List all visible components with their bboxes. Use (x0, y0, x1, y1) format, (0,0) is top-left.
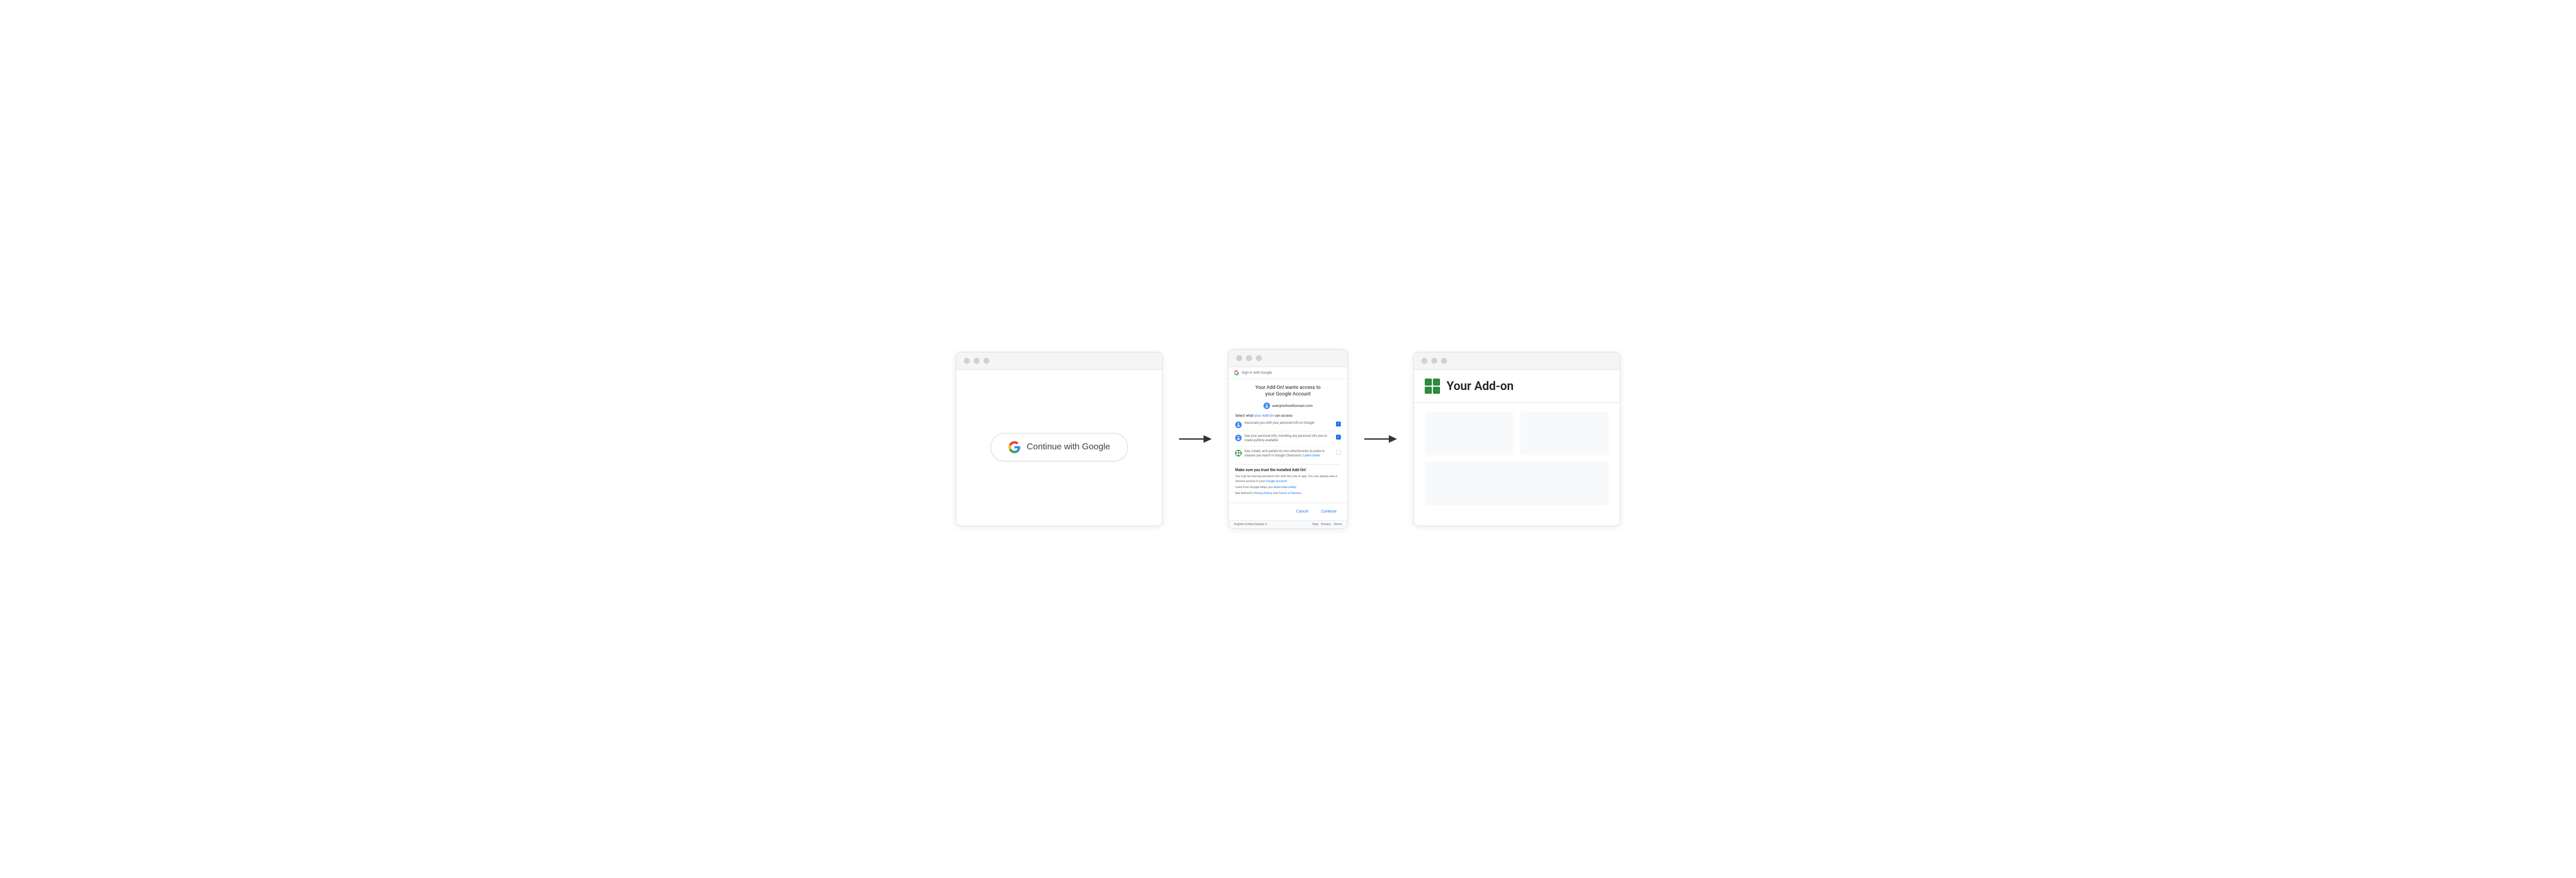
trust-text-3: See Kahoot!'s Privacy Policy and Terms o… (1235, 491, 1341, 496)
permission-checkbox-3[interactable] (1336, 450, 1341, 455)
arrow-1-icon (1179, 431, 1212, 447)
footer-links: Help Privacy Terms (1312, 523, 1342, 526)
browser-dot-red-2 (1236, 355, 1242, 361)
addon-logo-cell-1 (1425, 379, 1432, 386)
addon-card-1 (1425, 412, 1514, 455)
browser-dot-yellow (974, 358, 980, 364)
permission-item-2: See your personal info, including any pe… (1235, 434, 1341, 447)
browser-dot-red (964, 358, 970, 364)
footer-privacy-link[interactable]: Privacy (1321, 523, 1331, 526)
browser-dot-green-2 (1256, 355, 1262, 361)
dialog-footer: English (United States) ▾ Help Privacy T… (1229, 520, 1347, 528)
browser-window-3: Your Add-on (1413, 352, 1620, 526)
addon-card-wide (1425, 462, 1609, 505)
addon-card-2 (1520, 412, 1609, 455)
permission-item-1: Associate you with your personal info on… (1235, 421, 1341, 431)
permission-icon-1 (1235, 422, 1242, 428)
window-1-content: Continue with Google (956, 370, 1162, 525)
browser-toolbar-2 (1229, 350, 1347, 367)
privacy-policy-link[interactable]: Privacy Policy (1254, 492, 1272, 495)
addon-logo-cell-4 (1433, 387, 1440, 394)
dialog-title: Your Add-On! wants access to your Google… (1235, 385, 1341, 398)
google-logo-icon (1008, 441, 1020, 453)
google-account-link[interactable]: Google Account. (1266, 480, 1288, 483)
arrow-1 (1179, 431, 1212, 447)
browser-dot-red-3 (1421, 358, 1427, 364)
dropdown-chevron-icon: ▾ (1266, 523, 1267, 526)
addon-body (1414, 403, 1620, 514)
dialog-actions: Cancel Continue (1229, 503, 1347, 520)
addon-page-title: Your Add-on (1447, 380, 1514, 393)
permission-icon-3 (1235, 450, 1242, 456)
footer-help-link[interactable]: Help (1312, 523, 1318, 526)
footer-terms-link[interactable]: Terms (1334, 523, 1342, 526)
permission-text-1: Associate you with your personal info on… (1244, 421, 1333, 425)
signin-button-label: Continue with Google (1027, 442, 1110, 452)
browser-dot-yellow-3 (1431, 358, 1437, 364)
learn-more-link[interactable]: Learn more (1303, 454, 1320, 458)
cancel-button[interactable]: Cancel (1292, 508, 1313, 516)
arrow-2-icon (1364, 431, 1397, 447)
addon-logo-cell-3 (1425, 387, 1432, 394)
terms-of-service-link[interactable]: Terms of Service. (1279, 492, 1302, 495)
browser-toolbar-3 (1414, 352, 1620, 370)
trust-title: Make sure you trust the installed Add-On… (1235, 468, 1341, 472)
browser-dot-green-3 (1441, 358, 1447, 364)
permission-checkbox-1[interactable] (1336, 422, 1341, 426)
addon-link[interactable]: your Add-On (1254, 413, 1274, 418)
addon-header: Your Add-on (1414, 370, 1620, 403)
permission-icon-2 (1235, 435, 1242, 441)
continue-button[interactable]: Continue (1317, 508, 1341, 516)
footer-language-selector[interactable]: English (United States) ▾ (1234, 523, 1267, 526)
account-email: user@schoolDomain.com (1272, 404, 1313, 408)
account-display: user@schoolDomain.com (1235, 403, 1341, 409)
google-signin-dialog: Sign in with Google Your Add-On! wants a… (1229, 367, 1347, 529)
share-data-link[interactable]: share data safely. (1273, 486, 1297, 489)
account-avatar-icon (1263, 403, 1270, 409)
addon-logo-icon (1425, 379, 1440, 394)
permission-item-3: See, create, and update its own attachme… (1235, 449, 1341, 461)
permission-text-3: See, create, and update its own attachme… (1244, 449, 1333, 459)
dialog-subtitle: Select what your Add-On can access (1235, 413, 1341, 418)
flow-container: Continue with Google (907, 349, 1669, 529)
arrow-2 (1364, 431, 1397, 447)
permission-text-2: See your personal info, including any pe… (1244, 434, 1333, 443)
permission-checkbox-2[interactable] (1336, 435, 1341, 440)
browser-dot-yellow-2 (1246, 355, 1252, 361)
browser-toolbar-1 (956, 352, 1162, 370)
browser-window-2: Sign in with Google Your Add-On! wants a… (1228, 349, 1348, 529)
trust-text-1: You may be sharing sensitive info with t… (1235, 474, 1341, 484)
browser-dot-green (983, 358, 989, 364)
footer-lang-text: English (United States) (1234, 523, 1265, 526)
browser-window-1: Continue with Google (956, 352, 1163, 526)
google-small-logo (1234, 370, 1239, 375)
continue-with-google-button[interactable]: Continue with Google (991, 433, 1128, 461)
trust-section: Make sure you trust the installed Add-On… (1235, 464, 1341, 496)
addon-logo-cell-2 (1433, 379, 1440, 386)
dialog-header-text: Sign in with Google (1242, 370, 1272, 375)
trust-text-2: Learn how Google helps you share data sa… (1235, 485, 1341, 490)
dialog-body: Your Add-On! wants access to your Google… (1229, 379, 1347, 503)
addon-page-content: Your Add-on (1414, 370, 1620, 525)
dialog-header: Sign in with Google (1229, 367, 1347, 379)
